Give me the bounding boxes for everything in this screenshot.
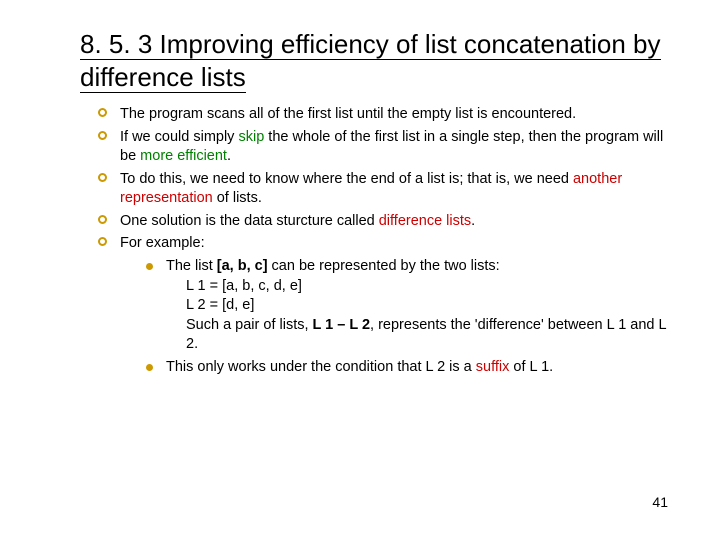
circle-bullet-icon (98, 173, 107, 182)
sub-bullet-2-text: This only works under the condition that… (166, 359, 553, 375)
bullet-3-text: To do this, we need to know where the en… (120, 171, 622, 207)
slide-body: The program scans all of the first list … (80, 105, 670, 377)
sub-bullet-1: The list [a, b, c] can be represented by… (146, 257, 670, 355)
disc-bullet-icon (146, 263, 153, 270)
sub-bullet-2: This only works under the condition that… (146, 358, 670, 378)
l1-line: L 1 = [a, b, c, d, e] (186, 277, 670, 297)
slide-title: 8. 5. 3 Improving efficiency of list con… (80, 28, 670, 93)
bullet-4-text: One solution is the data sturcture calle… (120, 213, 475, 229)
l2-line: L 2 = [d, e] (186, 296, 670, 316)
bullet-2-text: If we could simply skip the whole of the… (120, 129, 663, 165)
disc-bullet-icon (146, 364, 153, 371)
bullet-4: One solution is the data sturcture calle… (98, 212, 670, 232)
bullet-1: The program scans all of the first list … (98, 105, 670, 125)
bullet-5: For example: The list [a, b, c] can be r… (98, 234, 670, 377)
sub-bullet-1-lines: L 1 = [a, b, c, d, e] L 2 = [d, e] Such … (186, 277, 670, 355)
circle-bullet-icon (98, 237, 107, 246)
bullet-1-text: The program scans all of the first list … (120, 106, 576, 122)
bullet-5-text: For example: (120, 235, 205, 251)
sub-bullet-1-text: The list [a, b, c] can be represented by… (166, 258, 500, 274)
circle-bullet-icon (98, 108, 107, 117)
pair-line: Such a pair of lists, L 1 – L 2, represe… (186, 316, 670, 355)
circle-bullet-icon (98, 131, 107, 140)
page-number: 41 (652, 494, 668, 510)
circle-bullet-icon (98, 215, 107, 224)
bullet-3: To do this, we need to know where the en… (98, 170, 670, 209)
bullet-2: If we could simply skip the whole of the… (98, 128, 670, 167)
